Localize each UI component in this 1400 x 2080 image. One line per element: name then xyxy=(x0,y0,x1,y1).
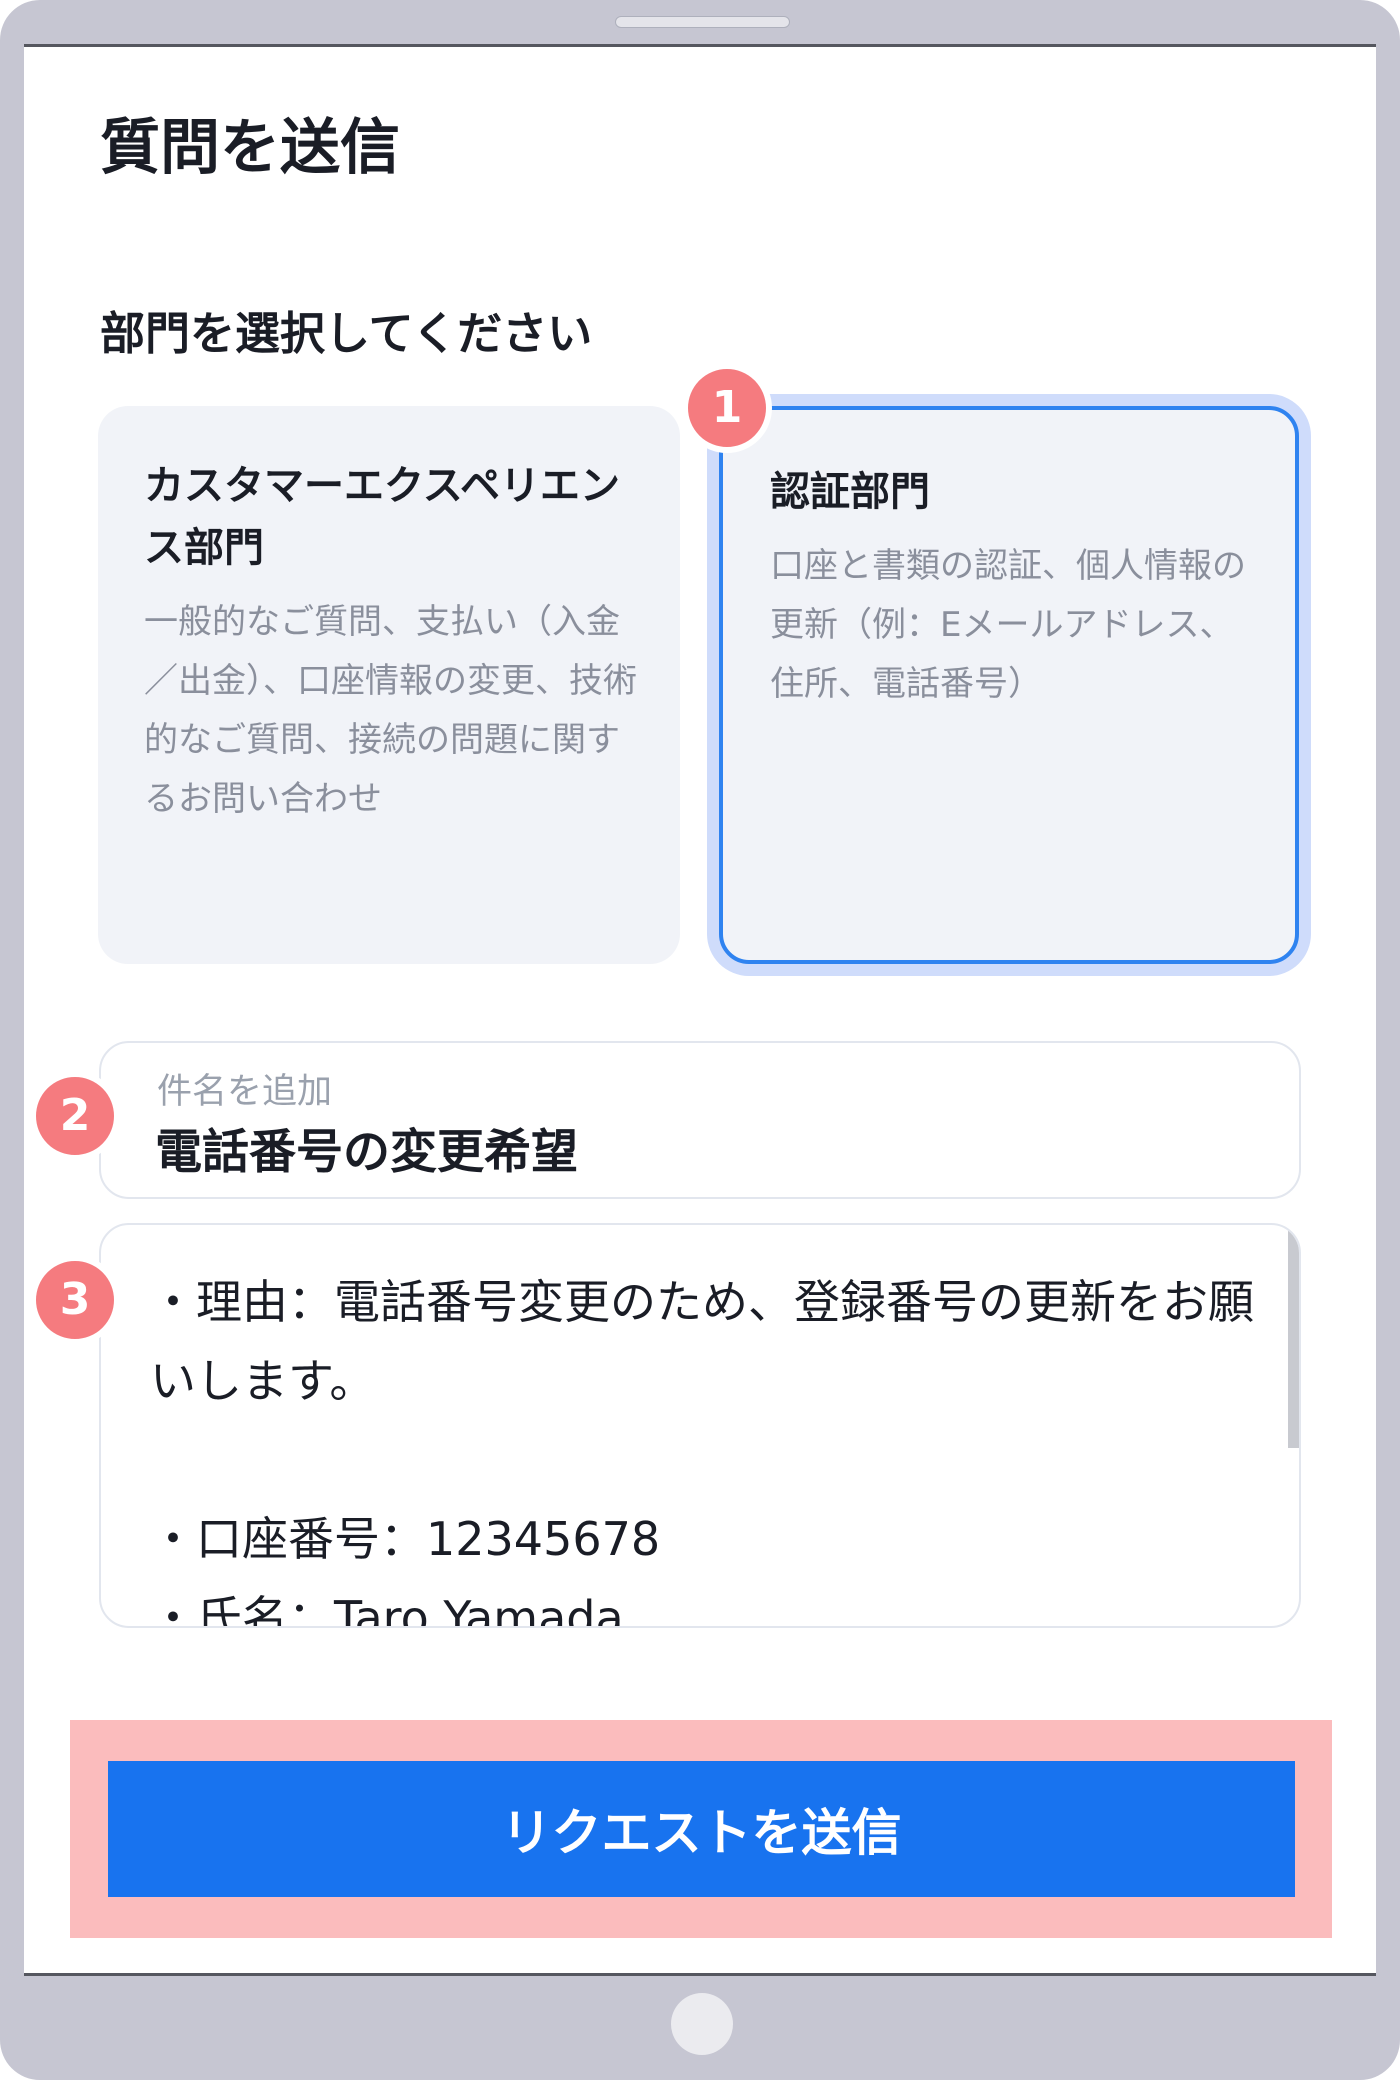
department-description: 口座と書類の認証、個人情報の更新（例：Eメールアドレス、住所、電話番号） xyxy=(770,546,1246,704)
subject-value: 電話番号の変更希望 xyxy=(155,1125,578,1180)
message-textarea[interactable]: ・理由：電話番号変更のため、登録番号の更新をお願いします。 ・口座番号：1234… xyxy=(99,1223,1301,1628)
subject-placeholder: 件名を追加 xyxy=(157,1072,333,1112)
department-description: 一般的なご質問、支払い（入金／出金）、口座情報の変更、技術的なご質問、接続の問題… xyxy=(144,602,637,819)
department-title: 認証部門 xyxy=(770,469,930,515)
tablet-frame: 質問を送信 部門を選択してください カスタマーエクスペリエンス部門 一般的なご質… xyxy=(0,0,1400,2080)
message-scrollbar[interactable] xyxy=(1288,1225,1299,1448)
department-prompt: 部門を選択してください xyxy=(100,307,593,360)
submit-request-button[interactable]: リクエストを送信 xyxy=(108,1761,1295,1897)
screen: 質問を送信 部門を選択してください カスタマーエクスペリエンス部門 一般的なご質… xyxy=(24,44,1376,1976)
message-text: ・理由：電話番号変更のため、登録番号の更新をお願いします。 ・口座番号：1234… xyxy=(150,1275,1254,1628)
page-title: 質問を送信 xyxy=(100,113,400,183)
department-card-customer-experience[interactable]: カスタマーエクスペリエンス部門 一般的なご質問、支払い（入金／出金）、口座情報の… xyxy=(98,406,680,964)
department-title: カスタマーエクスペリエンス部門 xyxy=(144,463,620,571)
annotation-badge-1: 1 xyxy=(682,363,772,453)
annotation-badge-3: 3 xyxy=(30,1255,120,1345)
subject-input[interactable]: 件名を追加 電話番号の変更希望 xyxy=(99,1041,1301,1199)
department-card-verification[interactable]: 認証部門 口座と書類の認証、個人情報の更新（例：Eメールアドレス、住所、電話番号… xyxy=(719,406,1299,964)
home-button[interactable] xyxy=(671,1993,733,2055)
annotation-badge-2: 2 xyxy=(30,1071,120,1161)
speaker-slot xyxy=(615,16,790,28)
